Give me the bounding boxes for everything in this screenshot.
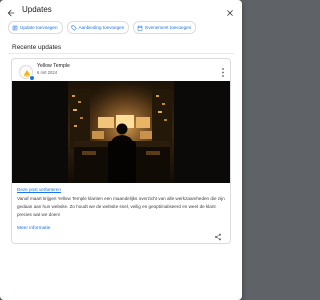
share-icon xyxy=(215,233,221,241)
event-calendar-icon xyxy=(138,25,143,30)
post-menu-button[interactable] xyxy=(220,65,226,77)
improve-post-link[interactable]: Deze post verbeteren xyxy=(17,187,61,193)
dialog-header: Updates xyxy=(0,0,242,20)
business-name: Yellow Temple xyxy=(37,63,70,69)
back-button[interactable] xyxy=(6,5,16,17)
add-event-chip[interactable]: Evenement toevoegen xyxy=(133,21,197,34)
add-update-label: Update toevoegen xyxy=(20,25,58,30)
section-title: Recente updates xyxy=(12,44,62,51)
updates-dialog: Updates Update toevoegen Aanbieding toev… xyxy=(0,0,242,300)
action-chips: Update toevoegen Aanbieding toevoegen Ev… xyxy=(8,21,197,34)
section-divider xyxy=(8,53,234,54)
person-at-computer-desk-image xyxy=(12,81,230,183)
add-event-label: Evenement toevoegen xyxy=(145,25,192,30)
arrow-back-icon xyxy=(7,9,15,17)
post-date: 6 mrt 2024 xyxy=(37,70,58,75)
add-update-chip[interactable]: Update toevoegen xyxy=(8,21,63,34)
more-vert-icon xyxy=(222,68,224,77)
post-add-icon xyxy=(12,25,18,30)
close-icon xyxy=(227,10,233,16)
post-card: Yellow Temple 6 mrt 2024 Deze post verbe… xyxy=(11,58,231,244)
add-offer-label: Aanbieding toevoegen xyxy=(78,25,125,30)
share-button[interactable] xyxy=(214,228,222,241)
post-image xyxy=(12,81,230,183)
close-button[interactable] xyxy=(225,5,235,16)
dialog-title: Updates xyxy=(22,5,52,14)
offer-tag-icon xyxy=(71,25,77,30)
add-offer-chip[interactable]: Aanbieding toevoegen xyxy=(66,21,130,34)
post-body-text: Vanaf maart krijgen Yellow Temple klante… xyxy=(17,196,225,217)
more-info-button[interactable]: Meer informatie xyxy=(17,226,50,232)
